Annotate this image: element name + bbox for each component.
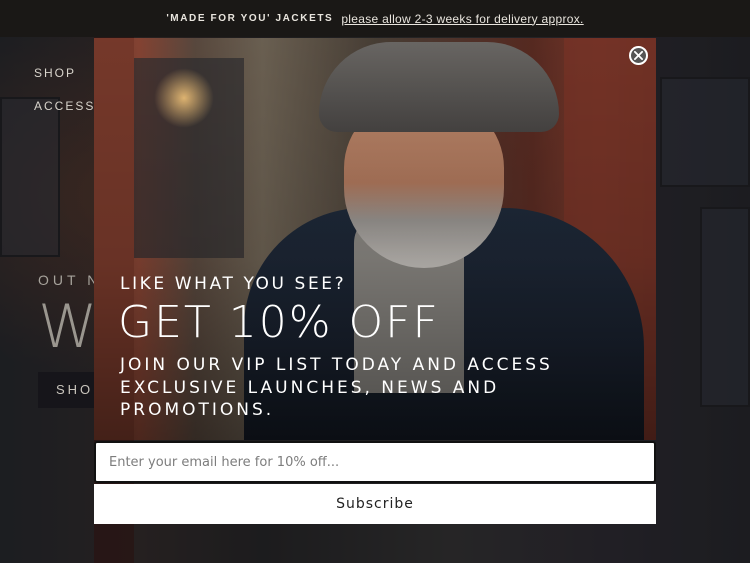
modal-subtext: JOIN OUR VIP LIST TODAY AND ACCESS EXCLU… [120,355,553,420]
close-button[interactable] [629,46,648,65]
hero-headline: W [38,292,98,362]
nav-shop[interactable]: SHOP [34,66,76,80]
modal-photo: LIKE WHAT YOU SEE? GET 10% OFF JOIN OUR … [94,38,656,440]
announcement-label: 'MADE FOR YOU' JACKETS [166,13,334,24]
modal-headline: GET 10% OFF [118,297,440,348]
subscribe-button[interactable]: Subscribe [94,484,656,524]
modal-eyebrow: LIKE WHAT YOU SEE? [120,274,347,294]
newsletter-modal: LIKE WHAT YOU SEE? GET 10% OFF JOIN OUR … [94,38,656,524]
announcement-bar: 'MADE FOR YOU' JACKETS please allow 2-3 … [0,0,750,37]
hero-eyebrow: OUT N [38,272,102,288]
nav-access[interactable]: ACCESS [34,99,95,113]
close-icon [634,51,643,60]
email-field[interactable] [94,441,656,483]
delivery-info-link[interactable]: please allow 2-3 weeks for delivery appr… [341,12,583,26]
